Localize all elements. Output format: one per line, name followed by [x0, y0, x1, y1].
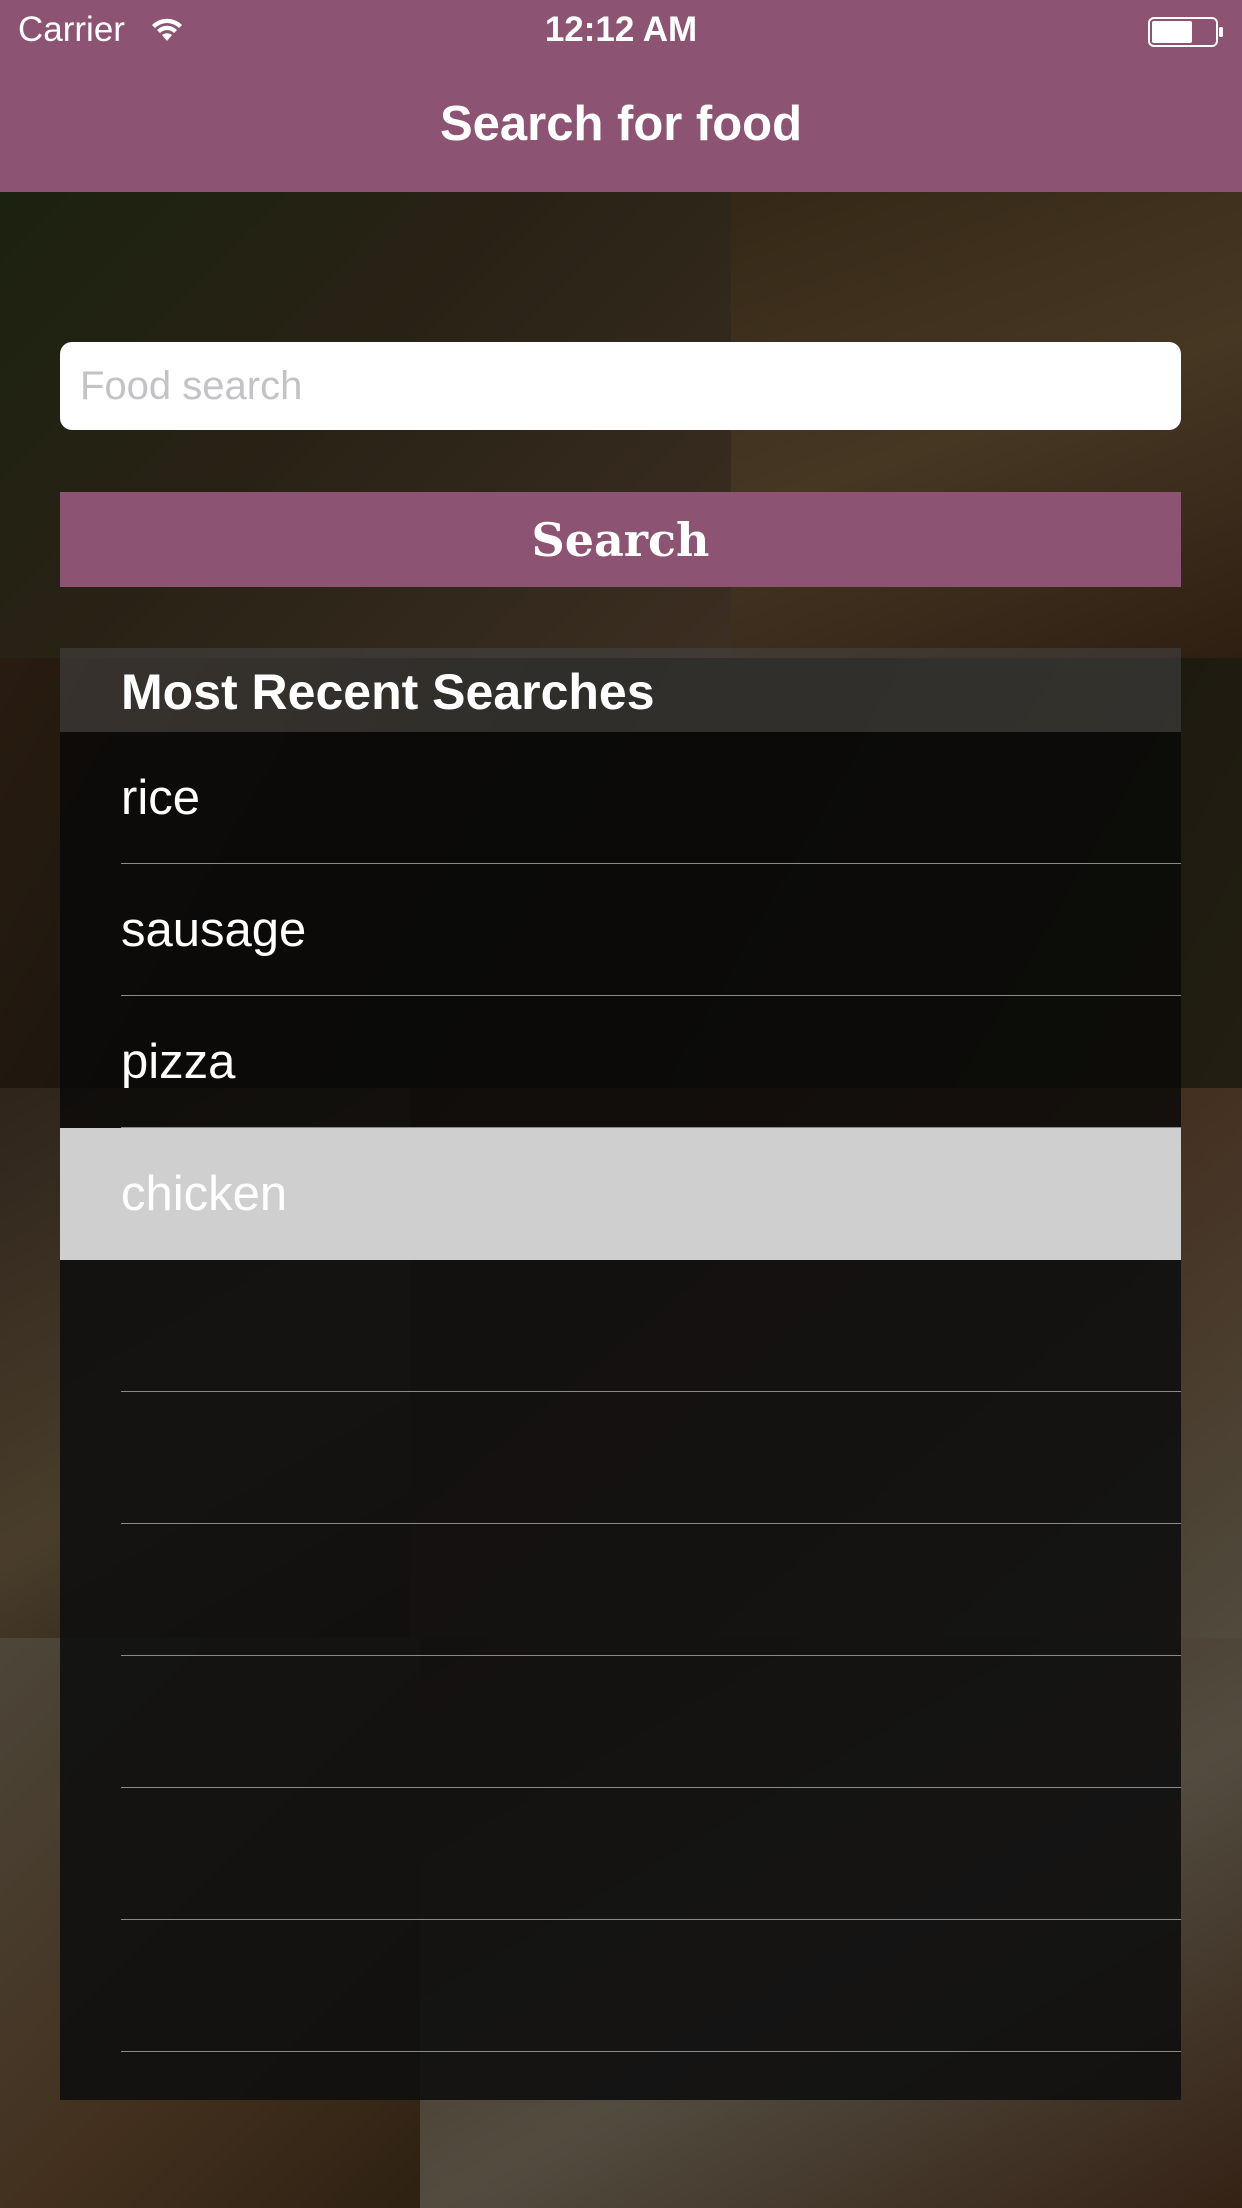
clock: 12:12 AM: [544, 10, 698, 49]
recent-search-item-chicken[interactable]: chicken: [60, 1128, 1181, 1260]
recent-searches-header: Most Recent Searches: [60, 648, 1181, 732]
list-footer: [60, 2052, 1181, 2100]
top-bar: Carrier 12:12 AM Search for food: [0, 0, 1242, 192]
empty-row: [60, 1920, 1181, 2052]
recent-search-item-rice[interactable]: rice: [60, 732, 1181, 864]
battery-icon: [1148, 16, 1224, 56]
empty-row: [60, 1524, 1181, 1656]
empty-row: [60, 1260, 1181, 1392]
recent-search-item-sausage[interactable]: sausage: [60, 864, 1181, 996]
food-search-input[interactable]: [60, 342, 1181, 430]
recent-searches-panel: Most Recent Searches rice sausage pizza …: [60, 648, 1181, 2100]
status-bar: Carrier 12:12 AM: [0, 0, 1242, 62]
search-button[interactable]: Search: [60, 492, 1181, 587]
empty-row: [60, 1656, 1181, 1788]
empty-row: [60, 1392, 1181, 1524]
recent-search-item-pizza[interactable]: pizza: [60, 996, 1181, 1128]
recent-searches-list: rice sausage pizza chicken: [60, 732, 1181, 2100]
page-title: Search for food: [439, 97, 803, 151]
empty-row: [60, 1788, 1181, 1920]
